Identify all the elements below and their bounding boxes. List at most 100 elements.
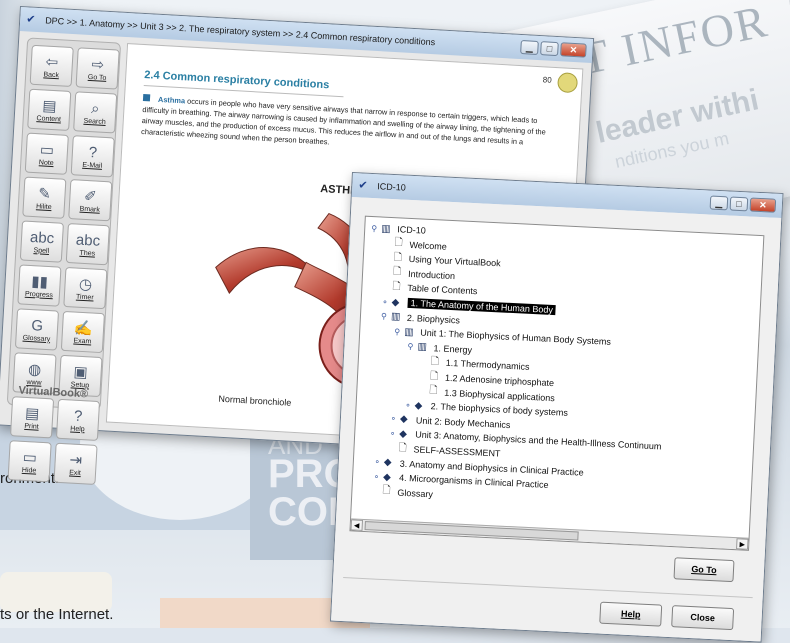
toolbar-button-go-to[interactable]: ⇨Go To xyxy=(76,47,120,89)
asthma-paragraph: Asthma occurs in people who have very se… xyxy=(141,93,553,160)
close-window-button[interactable]: ✕ xyxy=(560,42,587,57)
minimize-button[interactable]: ▁ xyxy=(710,196,729,211)
icd10-window: ✔ ICD-10 ▁ □ ✕ ◀ ▶ ⚲▥ICD-10🗋Welcome🗋Usin… xyxy=(330,172,783,643)
tree-node-label: Table of Contents xyxy=(407,283,477,296)
asthma-term-link[interactable]: Asthma xyxy=(158,95,186,105)
toolbar-button-label: Exam xyxy=(73,337,91,345)
expanded-toggle-icon[interactable]: ⚲ xyxy=(371,224,381,233)
exit-icon: ⇥ xyxy=(69,451,83,470)
toolbar-button-progress[interactable]: ▮▮Progress xyxy=(17,264,61,306)
print-icon: ▤ xyxy=(25,404,40,423)
app-logo-icon: ✔ xyxy=(358,178,373,193)
toolbar-button-timer[interactable]: ◷Timer xyxy=(63,267,107,309)
figure-caption: Normal bronchiole xyxy=(218,394,291,408)
scroll-right-icon[interactable]: ▶ xyxy=(736,538,749,550)
timer-icon: ◷ xyxy=(79,275,93,294)
tree-node-label: Welcome xyxy=(409,239,447,251)
toolbar-button-bmark[interactable]: ✐Bmark xyxy=(68,179,112,221)
document-icon: 🗋 xyxy=(392,279,405,297)
open-book-icon: ▥ xyxy=(417,342,431,354)
closed-book-icon: ◆ xyxy=(383,472,397,484)
toolbar-button-search[interactable]: ⌕Search xyxy=(73,91,117,133)
toolbar-button-label: Note xyxy=(39,159,54,167)
document-icon: 🗋 xyxy=(398,440,411,458)
scrollbar-thumb[interactable] xyxy=(365,521,579,540)
toolbar-button-help[interactable]: ?Help xyxy=(56,399,100,441)
back-icon: ⇦ xyxy=(45,53,59,72)
toolbar-button-exit[interactable]: ⇥Exit xyxy=(53,443,97,485)
collapsed-toggle-icon[interactable]: ⚬ xyxy=(390,414,400,423)
collapsed-toggle-icon[interactable]: ⚬ xyxy=(374,458,384,467)
open-book-icon: ▥ xyxy=(381,223,395,235)
collapsed-toggle-icon[interactable]: ⚬ xyxy=(404,401,414,410)
toolbar-button-glossary[interactable]: GGlossary xyxy=(15,308,59,350)
toolbar-button-note[interactable]: ▭Note xyxy=(25,133,69,175)
hide-icon: ▭ xyxy=(22,448,37,467)
note-icon: ▭ xyxy=(39,141,54,160)
tree-node[interactable]: 🗋Glossary xyxy=(372,484,433,501)
toolbar-button-label: Print xyxy=(24,422,39,430)
minimize-button[interactable]: ▁ xyxy=(520,40,539,55)
document-icon: 🗋 xyxy=(382,483,395,501)
close-window-button[interactable]: ✕ xyxy=(750,197,777,212)
tree-node-label: 1. Energy xyxy=(433,343,472,355)
toolbar-button-label: Search xyxy=(83,117,106,125)
goto-icon: ⇨ xyxy=(91,56,105,75)
toolbar-button-label: Thes xyxy=(79,249,95,257)
toolbar-button-hide[interactable]: ▭Hide xyxy=(8,440,52,482)
background-sentence-2: ts or the Internet. xyxy=(0,606,113,623)
goto-button-label: Go To xyxy=(691,564,717,575)
scroll-left-icon[interactable]: ◀ xyxy=(350,519,363,531)
toolbar-button-label: Go To xyxy=(88,73,107,81)
toolbar-button-print[interactable]: ▤Print xyxy=(10,396,54,438)
toolbar-button-thes[interactable]: abcThes xyxy=(66,223,110,265)
collapsed-toggle-icon[interactable]: ⚬ xyxy=(373,472,383,481)
expanded-toggle-icon[interactable]: ⚲ xyxy=(394,327,404,336)
thesaurus-icon: abc xyxy=(75,231,100,250)
maximize-button[interactable]: □ xyxy=(730,197,749,212)
tree-node-label: SELF-ASSESSMENT xyxy=(413,444,500,458)
toolbar-button-label: E-Mail xyxy=(82,161,102,169)
toolbar-button-exam[interactable]: ✍Exam xyxy=(61,311,105,353)
toolbar-button-label: Spell xyxy=(33,247,49,255)
page-number: 80 xyxy=(543,75,552,84)
progress-icon: ▮▮ xyxy=(31,273,48,292)
closed-book-icon: ◆ xyxy=(399,429,413,441)
hilite-icon: ✎ xyxy=(38,185,52,204)
close-button[interactable]: Close xyxy=(671,605,734,630)
toolbar-button-e-mail[interactable]: ?E-Mail xyxy=(71,135,115,177)
toolbar-button-label: Back xyxy=(43,71,59,79)
collapsed-toggle-icon[interactable]: ⚬ xyxy=(381,297,391,306)
tree-node-label: Glossary xyxy=(397,487,433,499)
virtualbook-toolbar: ⇦Back⇨Go To▤Content⌕Search▭Note?E-Mail✎H… xyxy=(7,37,121,410)
table-of-contents-tree: ◀ ▶ ⚲▥ICD-10🗋Welcome🗋Using Your VirtualB… xyxy=(349,216,764,551)
search-icon: ⌕ xyxy=(91,100,100,118)
help-button[interactable]: Help xyxy=(599,602,662,627)
toolbar-button-back[interactable]: ⇦Back xyxy=(30,45,74,87)
horizontal-scrollbar[interactable]: ◀ ▶ xyxy=(350,518,748,549)
help-icon: ? xyxy=(74,407,83,425)
collapsed-toggle-icon[interactable]: ⚬ xyxy=(389,429,399,438)
tree-node-label: 2. Biophysics xyxy=(407,312,460,325)
page-marker-icon[interactable] xyxy=(557,72,578,93)
glossary-icon: G xyxy=(31,317,44,336)
dpc-window-controls: ▁ □ ✕ xyxy=(520,40,587,58)
button-separator xyxy=(343,577,753,598)
help-button-label: Help xyxy=(621,609,641,620)
expanded-toggle-icon[interactable]: ⚲ xyxy=(381,312,391,321)
maximize-button[interactable]: □ xyxy=(540,41,559,56)
toolbar-button-label: Content xyxy=(36,115,61,123)
goto-button[interactable]: Go To xyxy=(673,557,734,582)
icd10-window-controls: ▁ □ ✕ xyxy=(710,196,777,213)
tree-node[interactable]: ⚲▥2. Biophysics xyxy=(381,309,461,327)
toolbar-button-content[interactable]: ▤Content xyxy=(27,89,71,131)
toolbar-button-spell[interactable]: abcSpell xyxy=(20,220,64,262)
toolbar-button-label: Exit xyxy=(69,469,81,477)
expanded-toggle-icon[interactable]: ⚲ xyxy=(407,342,417,351)
www-icon: ◍ xyxy=(28,361,42,380)
setup-icon: ▣ xyxy=(73,363,88,382)
section-heading: 2.4 Common respiratory conditions xyxy=(144,69,330,91)
open-book-icon: ▥ xyxy=(391,311,405,323)
toolbar-button-hilite[interactable]: ✎Hilite xyxy=(22,177,66,219)
bookmark-icon: ✐ xyxy=(84,187,98,206)
